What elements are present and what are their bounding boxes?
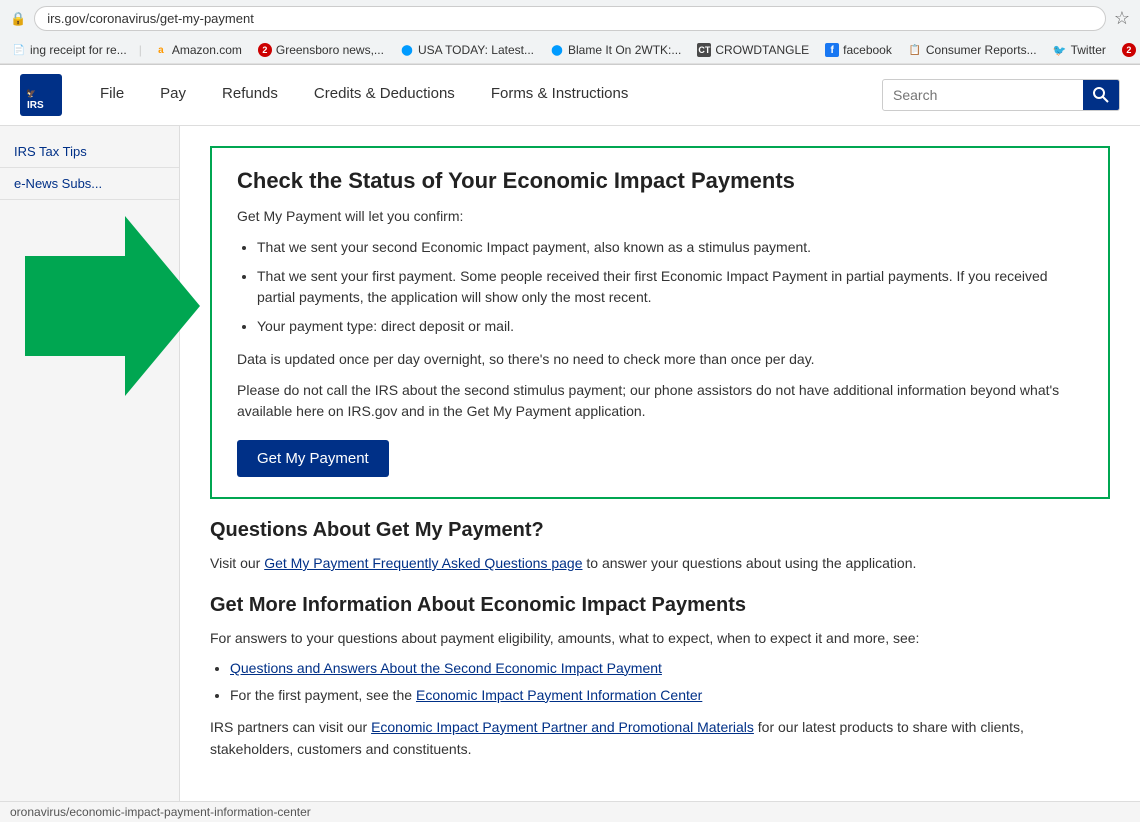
bookmark-amazon[interactable]: a Amazon.com: [150, 41, 246, 59]
bookmark-blame[interactable]: ⬤ Blame It On 2WTK:...: [546, 41, 685, 59]
page-layout: IRS Tax Tips e-News Subs... Check the St…: [0, 126, 1140, 801]
faq-link[interactable]: Get My Payment Frequently Asked Question…: [264, 555, 582, 571]
bookmark-favicon: 📄: [12, 43, 26, 57]
sidebar: IRS Tax Tips e-News Subs...: [0, 126, 180, 801]
crowdtangle-icon: CT: [697, 43, 711, 57]
faq-heading: Questions About Get My Payment?: [210, 519, 1110, 542]
data-note: Data is updated once per day overnight, …: [237, 349, 1083, 370]
status-bar: oronavirus/economic-impact-payment-infor…: [0, 801, 1140, 822]
bookmark-consumer[interactable]: 📋 Consumer Reports...: [904, 41, 1041, 59]
more-info-bullets: Questions and Answers About the Second E…: [230, 658, 1110, 706]
bookmark-label: Consumer Reports...: [926, 43, 1037, 57]
twitter-icon: 🐦: [1053, 43, 1067, 57]
bookmark-crowdtangle[interactable]: CT CROWDTANGLE: [693, 41, 813, 59]
get-payment-button[interactable]: Get My Payment: [237, 440, 389, 477]
nav-forms[interactable]: Forms & Instructions: [473, 65, 647, 125]
bookmark-label: Amazon.com: [172, 43, 242, 57]
bookmark-ing[interactable]: 📄 ing receipt for re...: [8, 41, 131, 59]
blame-icon: ⬤: [550, 43, 564, 57]
bookmark-twitter[interactable]: 🐦 Twitter: [1049, 41, 1110, 59]
bookmarks-bar: 📄 ing receipt for re... | a Amazon.com 2…: [0, 37, 1140, 64]
phone-note: Please do not call the IRS about the sec…: [237, 380, 1083, 422]
partner-text: IRS partners can visit our Economic Impa…: [210, 716, 1110, 761]
partner-text-before: IRS partners can visit our: [210, 719, 371, 735]
usatoday-icon: ⬤: [400, 43, 414, 57]
star-icon[interactable]: ☆: [1114, 8, 1130, 29]
irs-logo-icon: 🦅 IRS: [20, 74, 62, 116]
more-info-section: Get More Information About Economic Impa…: [210, 594, 1110, 760]
faq-section: Questions About Get My Payment? Visit ou…: [210, 519, 1110, 574]
nav-file[interactable]: File: [82, 65, 142, 125]
browser-chrome: 🔒 irs.gov/coronavirus/get-my-payment ☆ 📄…: [0, 0, 1140, 65]
irs-header: 🦅 IRS File Pay Refunds Credits & Deducti…: [0, 65, 1140, 126]
bookmark-label: ing receipt for re...: [30, 43, 127, 57]
more-info-bullet-1: Questions and Answers About the Second E…: [230, 658, 1110, 679]
irs-logo-svg: 🦅 IRS: [22, 76, 60, 114]
irs-logo[interactable]: 🦅 IRS: [20, 74, 62, 116]
bookmark-usatoday[interactable]: ⬤ USA TODAY: Latest...: [396, 41, 538, 59]
first-payment-link[interactable]: Economic Impact Payment Information Cent…: [416, 687, 702, 703]
svg-text:IRS: IRS: [27, 100, 44, 111]
bookmark-label: Twitter: [1071, 43, 1106, 57]
nav-refunds[interactable]: Refunds: [204, 65, 296, 125]
bullet-3: Your payment type: direct deposit or mai…: [257, 316, 1083, 337]
faq-text: Visit our Get My Payment Frequently Aske…: [210, 552, 1110, 574]
bookmark-label: Blame It On 2WTK:...: [568, 43, 681, 57]
sidebar-item-irs-tax-tips[interactable]: IRS Tax Tips: [0, 136, 179, 168]
news-icon: 2: [258, 43, 272, 57]
sidebar-item-enews[interactable]: e-News Subs...: [0, 168, 179, 200]
url-text: irs.gov/coronavirus/get-my-payment: [47, 11, 254, 26]
bookmark-greensboro[interactable]: 2 Greensboro news,...: [254, 41, 388, 59]
search-icon: [1093, 87, 1109, 103]
nav-links: File Pay Refunds Credits & Deductions Fo…: [82, 65, 882, 125]
search-bar: [882, 79, 1120, 111]
search-button[interactable]: [1083, 80, 1119, 110]
sep1: |: [139, 43, 142, 57]
more-info-bullet-2: For the first payment, see the Economic …: [230, 685, 1110, 706]
irs-nav: 🦅 IRS File Pay Refunds Credits & Deducti…: [0, 65, 1140, 125]
faq-text-after: to answer your questions about using the…: [583, 555, 917, 571]
facebook-icon: f: [825, 43, 839, 57]
url-input[interactable]: irs.gov/coronavirus/get-my-payment: [34, 6, 1106, 31]
bullet-1: That we sent your second Economic Impact…: [257, 237, 1083, 258]
consumer-icon: 📋: [908, 43, 922, 57]
bookmark-label: CROWDTANGLE: [715, 43, 809, 57]
bookmark-label: Greensboro news,...: [276, 43, 384, 57]
second-payment-link[interactable]: Questions and Answers About the Second E…: [230, 660, 662, 676]
nav-credits[interactable]: Credits & Deductions: [296, 65, 473, 125]
bookmark-2[interactable]: 2 Need your unempl...: [1118, 41, 1140, 59]
bookmark-facebook[interactable]: f facebook: [821, 41, 896, 59]
address-bar: 🔒 irs.gov/coronavirus/get-my-payment ☆: [0, 0, 1140, 37]
lock-icon: 🔒: [10, 11, 26, 27]
svg-text:🦅: 🦅: [26, 88, 36, 98]
status-intro: Get My Payment will let you confirm:: [237, 206, 1083, 227]
status-bullets: That we sent your second Economic Impact…: [257, 237, 1083, 337]
amazon-icon: a: [154, 43, 168, 57]
status-heading: Check the Status of Your Economic Impact…: [237, 168, 1083, 194]
nav-pay[interactable]: Pay: [142, 65, 204, 125]
search-input[interactable]: [883, 81, 1083, 109]
more-info-intro: For answers to your questions about paym…: [210, 627, 1110, 649]
partner-link[interactable]: Economic Impact Payment Partner and Prom…: [371, 719, 754, 735]
news2-icon: 2: [1122, 43, 1136, 57]
bullet-2: That we sent your first payment. Some pe…: [257, 266, 1083, 308]
status-url: oronavirus/economic-impact-payment-infor…: [10, 805, 311, 819]
main-content: Check the Status of Your Economic Impact…: [180, 126, 1140, 801]
bookmark-label: facebook: [843, 43, 892, 57]
first-payment-text-before: For the first payment, see the: [230, 687, 416, 703]
bookmark-label: USA TODAY: Latest...: [418, 43, 534, 57]
faq-text-before: Visit our: [210, 555, 264, 571]
status-box: Check the Status of Your Economic Impact…: [210, 146, 1110, 499]
more-info-heading: Get More Information About Economic Impa…: [210, 594, 1110, 617]
